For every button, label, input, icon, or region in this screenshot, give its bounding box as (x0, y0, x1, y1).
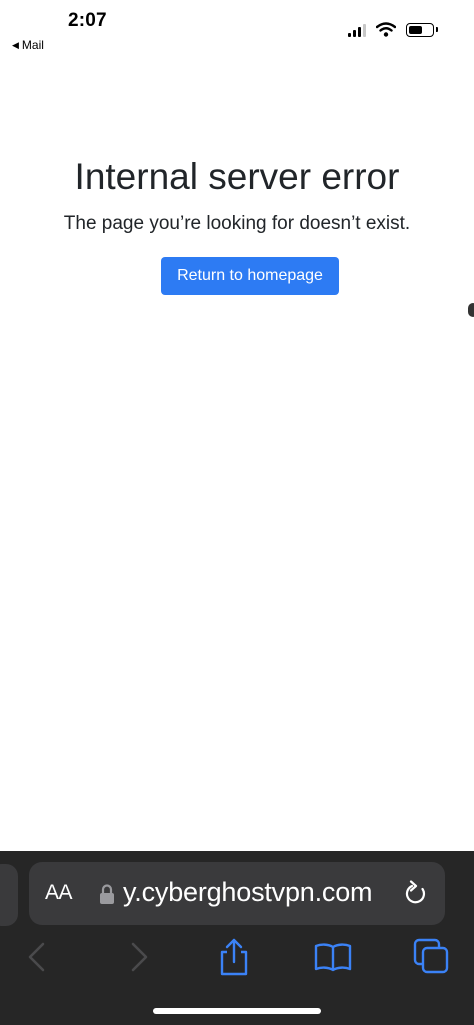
text-size-label: AA (45, 881, 73, 904)
home-indicator (153, 1008, 321, 1014)
battery-icon (406, 22, 438, 37)
back-app-label: Mail (21, 38, 44, 52)
bookmarks-icon[interactable] (313, 937, 353, 977)
cellular-signal-icon (348, 23, 366, 37)
url-text[interactable]: y.cyberghostvpn.com (123, 877, 373, 908)
page-title: Internal server error (74, 156, 400, 197)
forward-icon[interactable] (118, 937, 158, 977)
share-icon[interactable] (214, 937, 254, 977)
status-time: 2:07 (68, 10, 107, 31)
wifi-icon (376, 22, 396, 37)
address-bar[interactable]: AA y.cyberghostvpn.com (29, 862, 445, 925)
previous-tab-address-bar[interactable] (0, 864, 18, 926)
edge-handle (468, 303, 474, 317)
back-triangle-icon: ◀ (12, 39, 19, 50)
back-to-mail-button[interactable]: ◀ Mail (12, 38, 44, 52)
lock-icon (100, 884, 114, 904)
text-size-button[interactable]: AA (45, 881, 73, 905)
browser-toolbar: AA y.cyberghostvpn.com (0, 851, 474, 1025)
tabs-icon[interactable] (412, 937, 452, 977)
back-icon[interactable] (18, 937, 58, 977)
error-message: The page you’re looking for doesn’t exis… (63, 213, 411, 234)
status-icons (348, 22, 438, 37)
reload-icon[interactable] (403, 880, 429, 908)
return-to-homepage-button[interactable]: Return to homepage (161, 257, 339, 295)
status-bar: 2:07 ◀ Mail (0, 0, 474, 62)
